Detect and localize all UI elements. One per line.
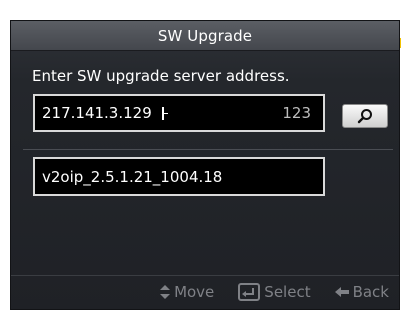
input-mode-indicator: 123 (282, 104, 311, 122)
key-hints-bar: Move Select Back (11, 283, 389, 301)
dialog-title: SW Upgrade (157, 26, 253, 45)
firmware-version-field[interactable]: v2oip_2.5.1.21_1004.18 (33, 157, 325, 196)
firmware-version-value: v2oip_2.5.1.21_1004.18 (42, 167, 223, 186)
hint-move: Move (160, 283, 214, 301)
hint-back-label: Back (352, 283, 389, 301)
back-arrow-icon (334, 287, 349, 297)
enter-icon (238, 283, 261, 301)
server-address-input[interactable]: 217.141.3.129 123 (33, 94, 325, 132)
sw-upgrade-dialog: SW Upgrade Enter SW upgrade server addre… (10, 20, 400, 310)
title-bar: SW Upgrade (11, 21, 399, 51)
search-icon (357, 109, 372, 124)
hint-select-label: Select (264, 283, 311, 301)
up-down-arrows-icon (160, 285, 171, 299)
server-address-value: 217.141.3.129 (42, 104, 152, 122)
footer-divider (11, 275, 399, 276)
hint-move-label: Move (174, 283, 215, 301)
server-address-prompt: Enter SW upgrade server address. (32, 67, 290, 85)
section-divider (23, 149, 393, 150)
hint-select: Select (238, 283, 311, 301)
hint-back: Back (334, 283, 389, 301)
search-button[interactable] (342, 104, 388, 128)
text-cursor-tick (163, 112, 168, 114)
